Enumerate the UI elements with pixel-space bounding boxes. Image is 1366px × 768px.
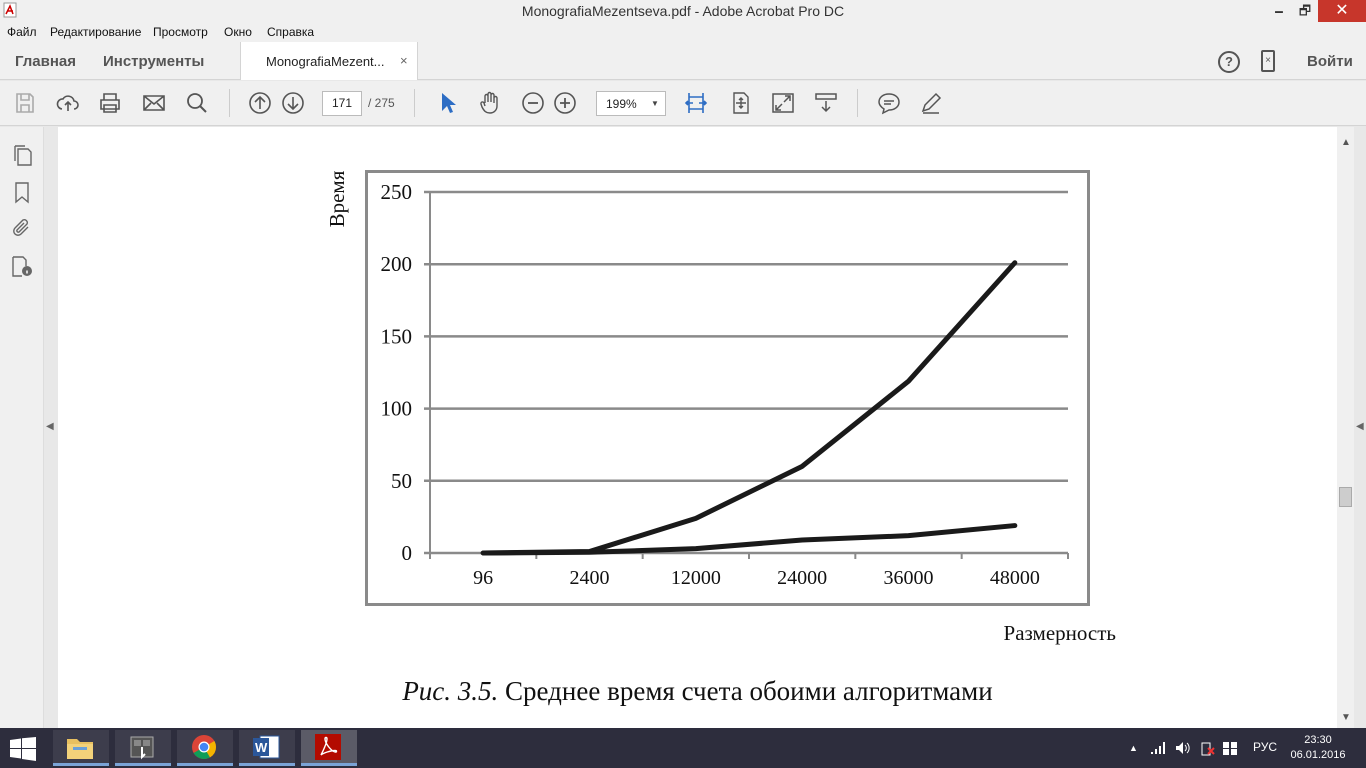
prev-page-icon[interactable]: [248, 91, 272, 115]
y-tick-label: 150: [381, 324, 413, 348]
document-page: 0 50 100 150 200 250 96 2400 12000 24000 36000 480…: [58, 127, 1337, 728]
acrobat-icon[interactable]: [301, 730, 357, 766]
action-center-icon[interactable]: [1223, 741, 1237, 755]
x-tick-label: 96: [473, 567, 493, 589]
fullscreen-icon[interactable]: [771, 91, 795, 115]
sign-icon[interactable]: [919, 91, 943, 115]
word-icon[interactable]: W: [239, 730, 295, 766]
menu-bar: Файл Редактирование Просмотр Окно Справк…: [0, 22, 1366, 42]
power-icon[interactable]: [1199, 739, 1217, 757]
figure-number: Рис. 3.5.: [402, 676, 499, 706]
toolbar-separator: [414, 89, 415, 117]
page-total: / 275: [368, 96, 395, 110]
chevron-down-icon: ▼: [651, 99, 659, 108]
tab-document-label: MonografiaMezent...: [266, 54, 385, 69]
scroll-up-icon[interactable]: ▲: [1341, 137, 1351, 148]
save-icon[interactable]: [13, 91, 37, 115]
windows-start-icon[interactable]: [10, 737, 36, 761]
email-icon[interactable]: [142, 91, 166, 115]
tab-home[interactable]: Главная: [15, 53, 76, 70]
x-axis-label: Размерность: [1004, 621, 1116, 645]
close-window-button[interactable]: ✕: [1318, 0, 1366, 22]
search-icon[interactable]: [185, 91, 209, 115]
y-tick-label: 0: [402, 541, 413, 565]
minimize-button[interactable]: 🗕: [1266, 0, 1292, 22]
page-number-input[interactable]: 171: [322, 91, 362, 116]
tray-expand-icon[interactable]: ▲: [1129, 743, 1138, 753]
clock-date: 06.01.2016: [1290, 749, 1346, 761]
toolbar: 171 / 275 199% ▼: [0, 81, 1366, 126]
zoom-in-icon[interactable]: [553, 91, 577, 115]
figure-caption: Рис. 3.5. Среднее время счета обоими алг…: [58, 676, 1337, 707]
pages-icon[interactable]: [10, 143, 34, 167]
title-bar: MonografiaMezentseva.pdf - Adobe Acrobat…: [0, 0, 1366, 22]
y-tick-label: 100: [381, 397, 413, 421]
chrome-icon[interactable]: [177, 730, 233, 766]
fit-page-icon[interactable]: [729, 91, 753, 115]
attachment-icon[interactable]: [10, 216, 34, 240]
media-app-icon[interactable]: [115, 730, 171, 766]
x-tick-label: 48000: [990, 567, 1040, 589]
network-icon[interactable]: [1150, 741, 1166, 755]
y-tick-label: 250: [381, 180, 413, 204]
bookmark-icon[interactable]: [10, 180, 34, 204]
window-title: MonografiaMezentseva.pdf - Adobe Acrobat…: [521, 3, 845, 19]
zoom-out-icon[interactable]: [521, 91, 545, 115]
mobile-link-icon[interactable]: ×: [1261, 50, 1275, 72]
vertical-scrollbar[interactable]: ▲ ▼: [1337, 127, 1354, 728]
select-arrow-icon[interactable]: [436, 91, 460, 115]
toolbar-separator: [229, 89, 230, 117]
scroll-down-icon[interactable]: ▼: [1341, 712, 1351, 723]
x-tick-label: 24000: [777, 567, 827, 589]
y-tick-label: 200: [381, 252, 413, 276]
maximize-button[interactable]: 🗗: [1292, 0, 1318, 22]
comment-icon[interactable]: [877, 91, 901, 115]
series-line-2: [480, 523, 1018, 556]
x-tick-label: 36000: [884, 567, 934, 589]
hand-icon[interactable]: [478, 91, 502, 115]
clock-time: 23:30: [1304, 734, 1332, 746]
menu-edit[interactable]: Редактирование: [50, 25, 141, 39]
clock[interactable]: 23:30 06.01.2016: [1288, 733, 1348, 763]
zoom-level-value: 199%: [606, 97, 637, 111]
menu-help[interactable]: Справка: [267, 25, 314, 39]
fit-width-icon[interactable]: [684, 91, 708, 115]
scroll-mode-icon[interactable]: [814, 91, 838, 115]
figure-caption-text: Среднее время счета обоими алгоритмами: [498, 676, 993, 706]
zoom-level-select[interactable]: 199% ▼: [596, 91, 666, 116]
menu-window[interactable]: Окно: [224, 25, 252, 39]
taskbar: W ▲ РУС 23:30 06.01.2016: [0, 728, 1366, 768]
collapse-right-panel-icon[interactable]: ◀: [1356, 421, 1364, 432]
file-explorer-icon[interactable]: [53, 730, 109, 766]
menu-view[interactable]: Просмотр: [153, 25, 208, 39]
scrollbar-thumb[interactable]: [1339, 487, 1352, 507]
svg-text:W: W: [255, 740, 268, 755]
navigation-panel: [0, 127, 44, 728]
document-info-icon[interactable]: [10, 254, 34, 278]
tab-bar: Главная Инструменты MonografiaMezent... …: [0, 42, 1366, 80]
y-axis-label: Время: [325, 170, 349, 227]
print-icon[interactable]: [98, 91, 122, 115]
next-page-icon[interactable]: [281, 91, 305, 115]
tab-close-button[interactable]: ×: [400, 53, 408, 68]
language-indicator[interactable]: РУС: [1253, 740, 1277, 754]
volume-icon[interactable]: [1175, 741, 1191, 755]
y-tick-label: 50: [391, 469, 412, 493]
line-chart: 0 50 100 150 200 250 96 2400 12000 24000 36000 480…: [325, 170, 1116, 645]
x-tick-label: 2400: [570, 567, 610, 589]
sign-in-button[interactable]: Войти: [1307, 53, 1353, 70]
collapse-left-panel-icon[interactable]: ◀: [46, 421, 54, 432]
tab-document[interactable]: MonografiaMezent... ×: [240, 42, 418, 80]
upload-icon[interactable]: [56, 91, 80, 115]
tab-tools[interactable]: Инструменты: [103, 53, 204, 70]
help-icon[interactable]: ?: [1218, 51, 1240, 73]
x-tick-label: 12000: [671, 567, 721, 589]
toolbar-separator: [857, 89, 858, 117]
menu-file[interactable]: Файл: [7, 25, 37, 39]
